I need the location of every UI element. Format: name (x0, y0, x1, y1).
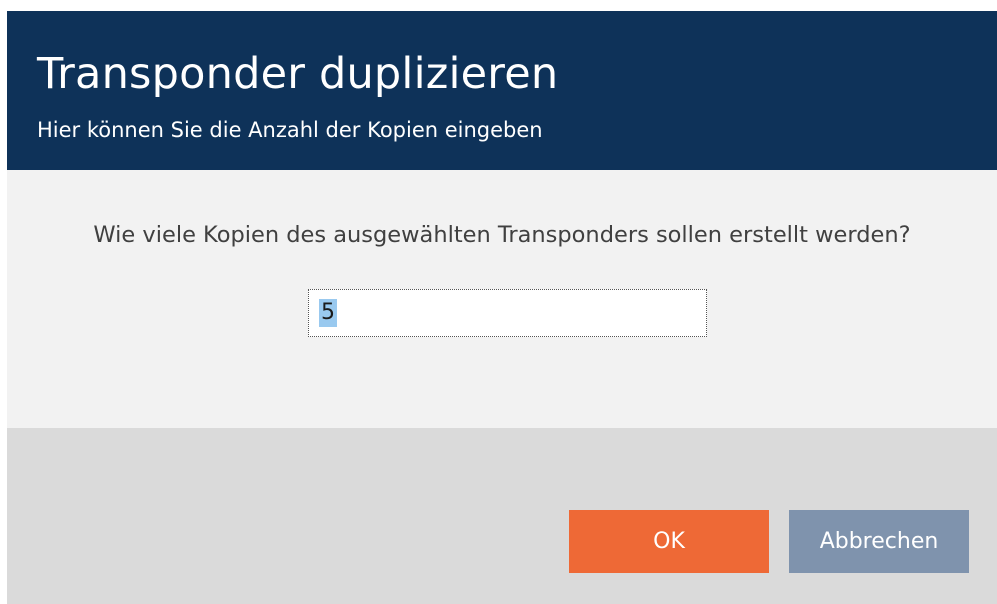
cancel-button[interactable]: Abbrechen (789, 510, 969, 573)
dialog-header: Transponder duplizieren Hier können Sie … (7, 11, 997, 170)
copies-question-label: Wie viele Kopien des ausgewählten Transp… (93, 222, 911, 248)
dialog-footer: OK Abbrechen (7, 428, 997, 604)
copies-count-value[interactable]: 5 (319, 299, 337, 327)
duplicate-transponder-dialog: Transponder duplizieren Hier können Sie … (7, 11, 997, 604)
ok-button[interactable]: OK (569, 510, 769, 573)
copies-count-input[interactable]: 5 (308, 289, 707, 337)
dialog-body: Wie viele Kopien des ausgewählten Transp… (7, 170, 997, 428)
dialog-title: Transponder duplizieren (37, 49, 559, 99)
dialog-subtitle: Hier können Sie die Anzahl der Kopien ei… (37, 118, 543, 142)
